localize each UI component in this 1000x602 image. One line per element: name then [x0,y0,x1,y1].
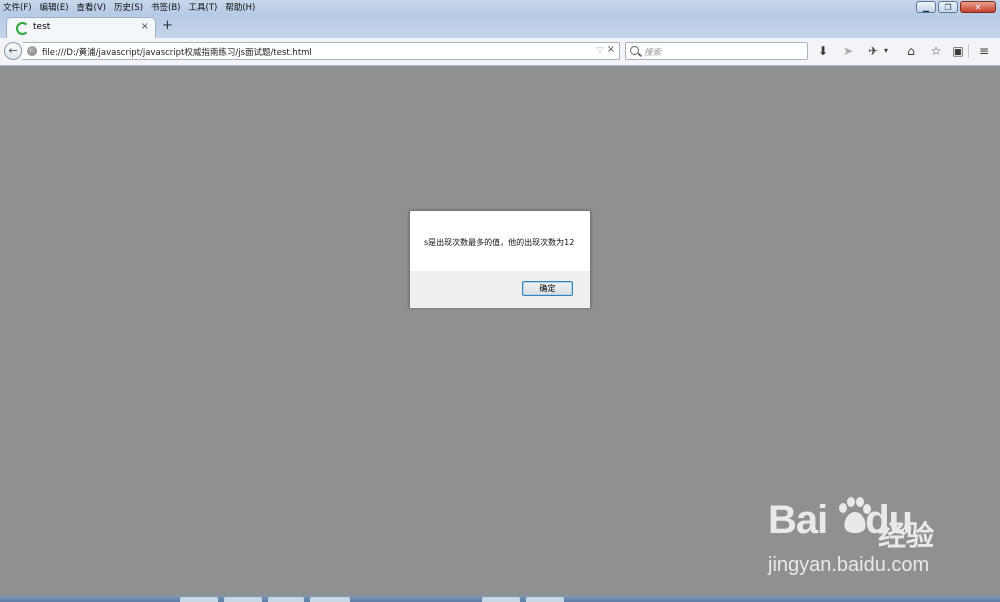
home-icon[interactable]: ⌂ [903,43,919,59]
toolbar-divider [968,44,969,58]
tab-strip: test × + [0,14,1000,38]
clipboard-icon[interactable]: ▣ [950,43,966,59]
dialog-footer: 确定 [410,271,590,308]
url-bar[interactable]: file:///D:/黄浦/javascript/javascript权威指南练… [23,42,620,60]
watermark-url: jingyan.baidu.com [768,554,930,576]
search-placeholder: 搜索 [644,48,662,58]
taskbar-item[interactable] [310,597,350,602]
alert-dialog: s是出现次数最多的值，他的出现次数为12 确定 [409,210,591,308]
search-input[interactable]: 搜索 [625,42,808,60]
menu-item-edit[interactable]: 编辑(E) [40,1,69,13]
tab-test[interactable]: test × [6,17,156,38]
navigation-bar: ← file:///D:/黄浦/javascript/javascript权威指… [0,38,1000,66]
menu-item-help[interactable]: 帮助(H) [225,1,255,13]
search-icon [630,46,639,55]
url-dropdown-icon[interactable]: ▽ [597,45,603,54]
minimize-button[interactable]: ▁ [916,1,936,13]
restore-button[interactable]: ❐ [938,1,958,13]
watermark-cn: 经验 [878,519,935,552]
menu-item-view[interactable]: 查看(V) [77,1,106,13]
taskbar-item[interactable] [482,597,520,602]
taskbar-item[interactable] [224,597,262,602]
new-tab-button[interactable]: + [162,19,173,32]
send-icon[interactable]: ➤ [840,43,856,59]
taskbar-item[interactable] [526,597,564,602]
url-text[interactable]: file:///D:/黄浦/javascript/javascript权威指南练… [42,46,312,58]
download-icon[interactable]: ⬇ [815,43,831,59]
globe-icon [27,46,37,56]
tab-title: test [33,22,51,32]
tab-close-icon[interactable]: × [141,21,149,32]
window-title-bar: 文件(F) 编辑(E) 查看(V) 历史(S) 书签(B) 工具(T) 帮助(H… [0,0,1000,14]
paw-icon [839,497,871,533]
menu-item-bookmarks[interactable]: 书签(B) [151,1,180,13]
window-controls: ▁ ❐ ✕ [916,1,996,13]
back-button[interactable]: ← [4,42,22,60]
ok-button[interactable]: 确定 [522,281,573,296]
tools-icon[interactable]: ✈ [865,43,881,59]
taskbar-item[interactable] [180,597,218,602]
menu-item-file[interactable]: 文件(F) [3,1,32,13]
alert-message: s是出现次数最多的值，他的出现次数为12 [424,238,575,247]
menu-icon[interactable]: ≡ [976,43,992,59]
menu-bar: 文件(F) 编辑(E) 查看(V) 历史(S) 书签(B) 工具(T) 帮助(H… [3,1,255,13]
loading-icon [16,22,29,35]
taskbar-item[interactable] [268,597,304,602]
url-clear-icon[interactable]: × [607,44,615,55]
baidu-watermark: Bai du 经验 jingyan.baidu.com [768,497,934,576]
close-window-button[interactable]: ✕ [960,1,996,13]
chevron-down-icon[interactable]: ▾ [881,43,891,59]
menu-item-tools[interactable]: 工具(T) [189,1,218,13]
menu-item-history[interactable]: 历史(S) [114,1,143,13]
bookmark-star-icon[interactable]: ☆ [928,43,944,59]
